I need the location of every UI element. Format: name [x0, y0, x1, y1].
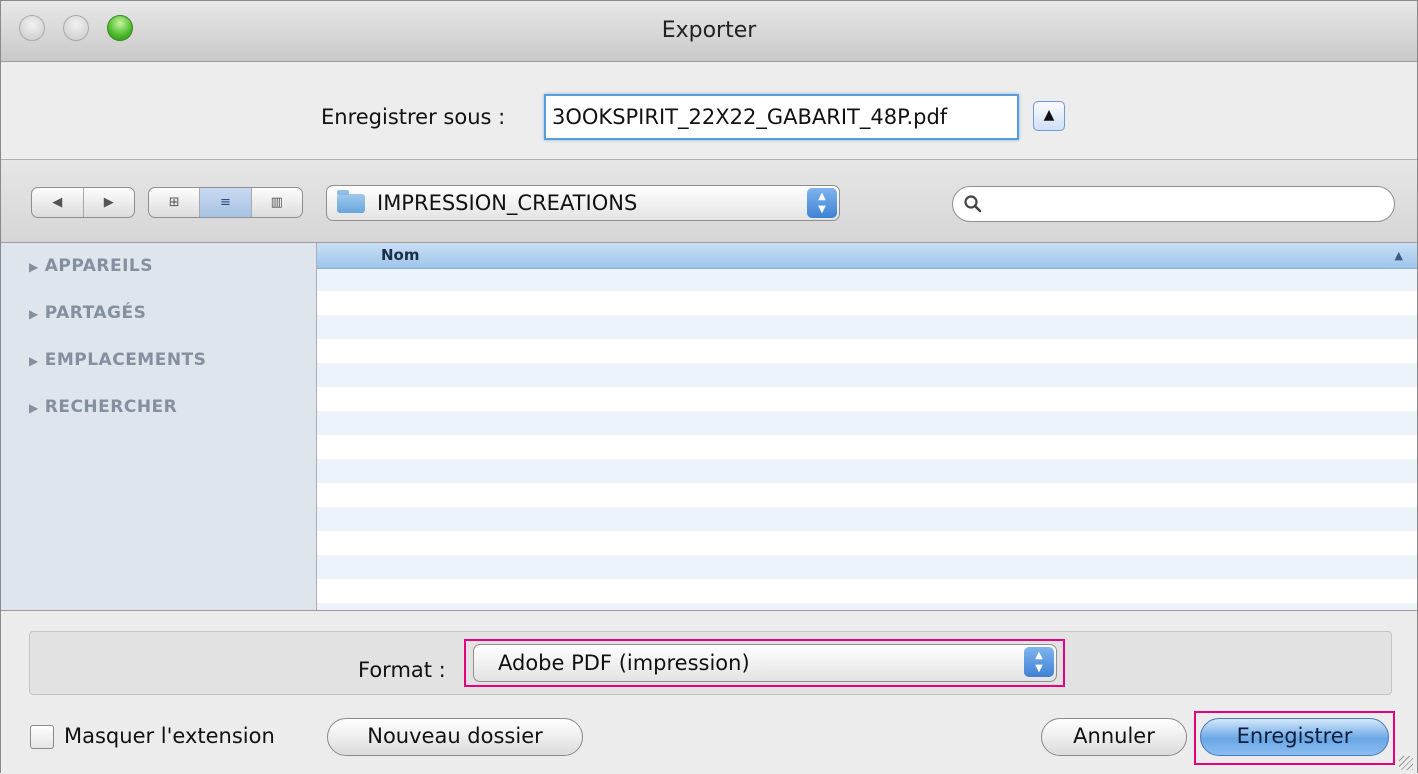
filename-input[interactable] [544, 94, 1019, 140]
list-icon: ≡ [220, 195, 231, 210]
disclosure-triangle-icon: ▶ [29, 401, 39, 415]
search-icon [964, 195, 982, 213]
save-button[interactable]: Enregistrer [1200, 718, 1389, 756]
search-field[interactable] [952, 186, 1395, 222]
sidebar-item-emplacements[interactable]: ▶ EMPLACEMENTS [29, 350, 206, 370]
disclosure-triangle-icon: ▶ [29, 307, 39, 321]
save-as-section: Enregistrer sous : ▲ [1, 62, 1417, 160]
new-folder-label: Nouveau dossier [367, 724, 543, 748]
title-bar[interactable]: Exporter [1, 1, 1417, 62]
list-view-button[interactable]: ≡ [199, 188, 251, 217]
sidebar-item-label: PARTAGÉS [44, 303, 147, 323]
forward-arrow-icon: ▶ [103, 195, 114, 210]
save-as-label: Enregistrer sous : [321, 105, 506, 129]
search-input[interactable] [989, 191, 1383, 219]
triangle-up-icon: ▲ [1043, 107, 1055, 123]
grid-icon: ⊞ [168, 195, 180, 210]
expand-dialog-button[interactable]: ▲ [1033, 101, 1065, 131]
view-mode-segmented-control: ⊞ ≡ ▥ [148, 187, 303, 218]
sidebar-item-partages[interactable]: ▶ PARTAGÉS [29, 303, 146, 323]
popup-stepper-icon: ▲ ▼ [807, 188, 837, 218]
name-column-header[interactable]: Nom ▲ [317, 243, 1417, 269]
column-header-label: Nom [381, 246, 420, 264]
columns-icon: ▥ [270, 195, 283, 210]
cancel-button[interactable]: Annuler [1041, 718, 1187, 756]
popup-stepper-icon: ▲ ▼ [1024, 647, 1054, 677]
browser-toolbar: ◀ ▶ ⊞ ≡ ▥ IMPRESSION_CREATIONS ▲ ▼ [1, 160, 1417, 243]
column-view-button[interactable]: ▥ [250, 188, 302, 217]
resize-grip-icon[interactable] [1399, 756, 1413, 770]
hide-extension-label[interactable]: Masquer l'extension [64, 724, 275, 748]
disclosure-triangle-icon: ▶ [29, 260, 39, 274]
cancel-label: Annuler [1073, 724, 1155, 748]
back-arrow-icon: ◀ [52, 195, 63, 210]
window-title: Exporter [661, 18, 757, 43]
folder-icon [337, 190, 365, 213]
sort-ascending-icon: ▲ [1394, 249, 1403, 262]
hide-extension-checkbox[interactable] [30, 725, 54, 749]
forward-button[interactable]: ▶ [82, 188, 135, 217]
file-browser: ▶ APPAREILS ▶ PARTAGÉS ▶ EMPLACEMENTS ▶ RECH… [1, 243, 1417, 611]
save-label: Enregistrer [1236, 724, 1353, 748]
file-list[interactable]: Nom ▲ [317, 243, 1417, 610]
sidebar-item-label: RECHERCHER [44, 397, 178, 417]
bottom-panel: Format : Adobe PDF (impression) ▲ ▼ Masqu… [1, 611, 1417, 774]
format-popup-label: Adobe PDF (impression) [498, 651, 750, 675]
sidebar-item-label: APPAREILS [44, 256, 154, 276]
export-dialog: Exporter Enregistrer sous : ▲ ◀ ▶ ⊞ ≡ ▥ [0, 0, 1418, 774]
location-popup[interactable]: IMPRESSION_CREATIONS ▲ ▼ [326, 185, 840, 221]
new-folder-button[interactable]: Nouveau dossier [327, 718, 583, 756]
location-popup-label: IMPRESSION_CREATIONS [377, 191, 638, 215]
format-popup[interactable]: Adobe PDF (impression) ▲ ▼ [473, 644, 1057, 682]
navigation-segmented-control: ◀ ▶ [31, 187, 135, 218]
sidebar-item-rechercher[interactable]: ▶ RECHERCHER [29, 397, 177, 417]
sidebar-item-appareils[interactable]: ▶ APPAREILS [29, 256, 153, 276]
format-label: Format : [358, 658, 446, 682]
sidebar-item-label: EMPLACEMENTS [44, 350, 207, 370]
icon-view-button[interactable]: ⊞ [149, 188, 199, 217]
sidebar: ▶ APPAREILS ▶ PARTAGÉS ▶ EMPLACEMENTS ▶ RECH… [1, 243, 317, 610]
back-button[interactable]: ◀ [32, 188, 83, 217]
disclosure-triangle-icon: ▶ [29, 354, 39, 368]
